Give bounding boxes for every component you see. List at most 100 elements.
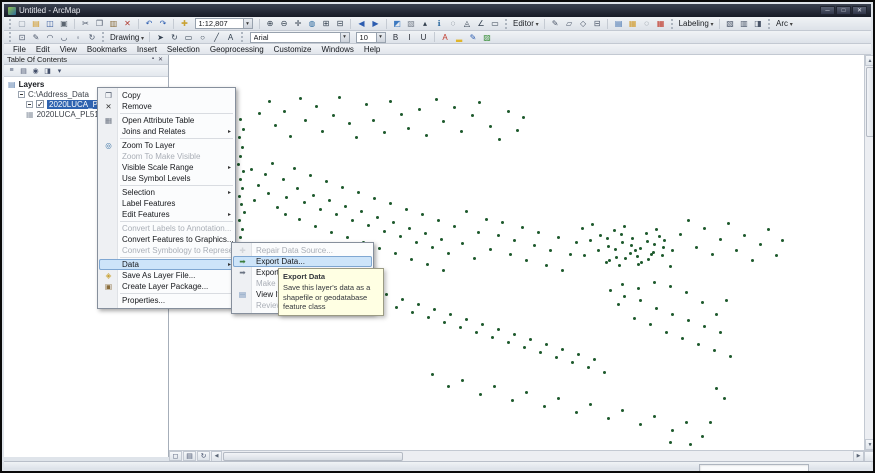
menu-item[interactable]: ❐ Copy	[99, 90, 234, 101]
refresh-view-icon[interactable]: ↻	[197, 451, 210, 461]
drawing-menu[interactable]: Drawing	[108, 33, 146, 42]
endpoint-arc-icon[interactable]: ◡	[58, 31, 71, 43]
minimize-button[interactable]: ─	[820, 6, 835, 15]
font-size-combo[interactable]: 10	[356, 32, 386, 43]
menubar-item[interactable]: File	[8, 45, 31, 54]
toolbar-grip[interactable]	[9, 32, 12, 42]
menu-item[interactable]: Selection	[99, 187, 234, 198]
menu-item[interactable]: Visible Scale Range	[99, 162, 234, 173]
list-by-drawing-order-icon[interactable]: ≡	[6, 66, 17, 76]
menu-item[interactable]: Use Symbol Levels	[99, 173, 234, 184]
pan-icon[interactable]: ✛	[292, 18, 305, 30]
list-by-selection-icon[interactable]: ◨	[42, 66, 53, 76]
menubar-item[interactable]: Selection	[162, 45, 205, 54]
redo-icon[interactable]: ↷	[157, 18, 170, 30]
select-features-icon[interactable]: ◩	[391, 18, 404, 30]
toolbar-grip[interactable]	[241, 32, 244, 42]
circle-tool-icon[interactable]: ○	[196, 31, 209, 43]
menu-item[interactable]: ◎ Zoom To Layer	[99, 140, 234, 151]
map-scale-combo[interactable]: 1:12,807	[195, 18, 253, 29]
collapse-expander-icon[interactable]	[26, 101, 33, 108]
label-manager-icon[interactable]: ▧	[724, 18, 737, 30]
attributes-icon[interactable]: ⊟	[591, 18, 604, 30]
forward-extent-icon[interactable]: ▶	[369, 18, 382, 30]
create-features-icon[interactable]: ◇	[577, 18, 590, 30]
open-icon[interactable]: ▤	[30, 18, 43, 30]
measure-icon[interactable]: ∠	[475, 18, 488, 30]
dropdown-caret-icon[interactable]	[340, 33, 349, 42]
list-by-visibility-icon[interactable]: ◉	[30, 66, 41, 76]
menu-item[interactable]: Convert Symbology to Representation...	[99, 245, 234, 256]
list-by-source-icon[interactable]: ▤	[18, 66, 29, 76]
dropdown-caret-icon[interactable]	[243, 19, 252, 28]
menubar-item[interactable]: Edit	[31, 45, 55, 54]
toolbar-grip[interactable]	[102, 32, 105, 42]
fill-color-icon[interactable]: ▨	[481, 31, 494, 43]
layout-view-icon[interactable]: ▤	[183, 451, 196, 461]
labeling-menu[interactable]: Labeling	[677, 19, 716, 28]
bold-button[interactable]: B	[389, 31, 402, 43]
line-tool-icon[interactable]: ╱	[210, 31, 223, 43]
html-popup-icon[interactable]: ▭	[489, 18, 502, 30]
midpoint-tool-icon[interactable]: ◦	[72, 31, 85, 43]
menubar-item[interactable]: Help	[359, 45, 385, 54]
vertical-scrollbar[interactable]: ▲ ▼	[864, 55, 875, 450]
menu-item[interactable]: Properties...	[99, 295, 234, 306]
scroll-right-icon[interactable]: ▶	[853, 451, 864, 462]
toolbar-grip[interactable]	[768, 19, 771, 29]
new-map-icon[interactable]: ▢	[16, 18, 29, 30]
search-window-icon[interactable]: ◌	[640, 18, 653, 30]
arc-menu[interactable]: Arc	[774, 19, 795, 28]
menubar-item[interactable]: Windows	[316, 45, 358, 54]
arc-segment-icon[interactable]: ◠	[44, 31, 57, 43]
italic-button[interactable]: I	[403, 31, 416, 43]
menu-item[interactable]: Convert Labels to Annotation...	[99, 223, 234, 234]
dropdown-caret-icon[interactable]	[376, 33, 385, 42]
menu-item[interactable]: Convert Features to Graphics...	[99, 234, 234, 245]
add-data-icon[interactable]: ✚	[178, 18, 191, 30]
close-button[interactable]: ✕	[852, 6, 867, 15]
menu-item[interactable]: Joins and Relates	[99, 126, 234, 137]
fixed-zoom-in-icon[interactable]: ⊞	[320, 18, 333, 30]
font-family-combo[interactable]: Arial	[250, 32, 350, 43]
paste-icon[interactable]: ▥	[107, 18, 120, 30]
catalog-window-icon[interactable]: ▦	[626, 18, 639, 30]
clear-selection-icon[interactable]: ▧	[405, 18, 418, 30]
data-frame-label[interactable]: Layers	[19, 80, 45, 89]
find-icon[interactable]: ◌	[447, 18, 460, 30]
toc-window-icon[interactable]: ▤	[612, 18, 625, 30]
menu-item[interactable]: Data	[99, 259, 234, 270]
menu-item[interactable]: ◈ Save As Layer File...	[99, 270, 234, 281]
collapse-expander-icon[interactable]	[18, 91, 25, 98]
line-color-icon[interactable]: ✎	[467, 31, 480, 43]
full-extent-icon[interactable]: ◍	[306, 18, 319, 30]
group-layer-label[interactable]: C:\Address_Data	[28, 90, 89, 99]
menubar-item[interactable]: Bookmarks	[82, 45, 132, 54]
snapping-icon[interactable]: ⊡	[16, 31, 29, 43]
arctoolbox-icon[interactable]: ▦	[654, 18, 667, 30]
scroll-up-icon[interactable]: ▲	[865, 55, 875, 66]
select-elements-arrow-icon[interactable]: ➤	[154, 31, 167, 43]
toolbar-grip[interactable]	[505, 19, 508, 29]
label-priority-icon[interactable]: ▥	[738, 18, 751, 30]
menu-item[interactable]: ✕ Remove	[99, 101, 234, 112]
delete-icon[interactable]: ✕	[121, 18, 134, 30]
sketch-tool-icon[interactable]: ✎	[30, 31, 43, 43]
menu-item[interactable]: Zoom To Make Visible	[99, 151, 234, 162]
select-elements-icon[interactable]: ▴	[419, 18, 432, 30]
text-tool-icon[interactable]: A	[224, 31, 237, 43]
menubar-item[interactable]: Geoprocessing	[205, 45, 269, 54]
identify-icon[interactable]: ℹ	[433, 18, 446, 30]
print-icon[interactable]: ▣	[58, 18, 71, 30]
font-color-icon[interactable]: A	[439, 31, 452, 43]
menu-item[interactable]: ▦ Open Attribute Table	[99, 115, 234, 126]
rotate-element-icon[interactable]: ↻	[168, 31, 181, 43]
toolbar-grip[interactable]	[9, 19, 12, 29]
go-to-xy-icon[interactable]: ◬	[461, 18, 474, 30]
editor-menu[interactable]: Editor	[511, 19, 541, 28]
maximize-button[interactable]: □	[836, 6, 851, 15]
menu-item[interactable]: Label Features	[99, 198, 234, 209]
label-weight-icon[interactable]: ◨	[752, 18, 765, 30]
rotate-tool-icon[interactable]: ↻	[86, 31, 99, 43]
layer-visibility-checkbox[interactable]	[36, 100, 44, 108]
